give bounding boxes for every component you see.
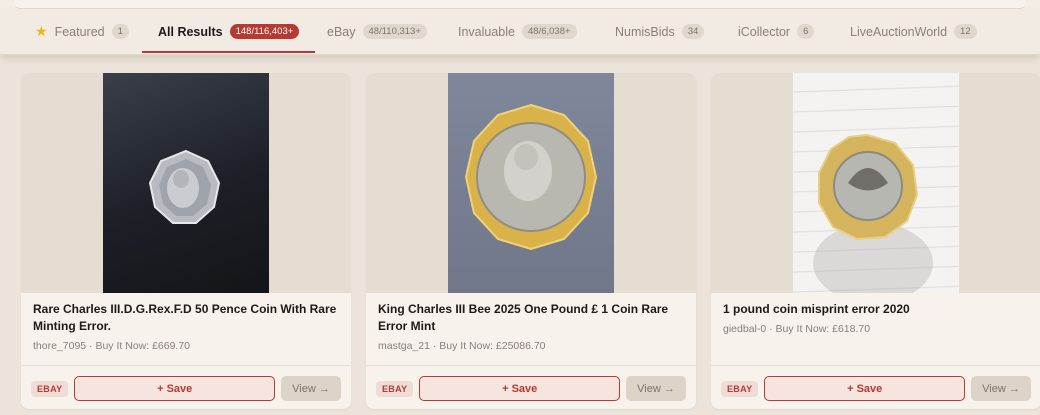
- one-pound-coin-image: [813, 133, 933, 293]
- card-divider: [21, 365, 351, 366]
- tab-ebay[interactable]: eBay 48/110,313+: [327, 10, 427, 53]
- tab-label: Invaluable: [458, 24, 515, 39]
- view-button[interactable]: View →: [971, 376, 1031, 401]
- listing-photo[interactable]: [793, 73, 959, 293]
- tab-count-badge: 48/110,313+: [362, 24, 427, 39]
- tab-numisbids[interactable]: NumisBids 34: [615, 10, 705, 53]
- view-button[interactable]: View →: [281, 376, 341, 401]
- listing-photo[interactable]: [103, 73, 269, 293]
- tab-label: NumisBids: [615, 24, 675, 39]
- source-tab-bar: ★ Featured 1 All Results 148/116,403+ eB…: [0, 10, 1040, 55]
- tab-count-badge: 34: [681, 24, 705, 39]
- tab-label: eBay: [327, 24, 356, 39]
- tab-all-results[interactable]: All Results 148/116,403+: [142, 10, 316, 53]
- fifty-pence-coin-image: [148, 149, 221, 224]
- tab-count-badge: 148/116,403+: [229, 24, 300, 39]
- save-button[interactable]: + Save: [74, 376, 275, 401]
- tab-label: iCollector: [738, 24, 791, 39]
- listing-image-area: [21, 73, 351, 293]
- listing-card[interactable]: Rare Charles III.D.G.Rex.F.D 50 Pence Co…: [21, 73, 351, 409]
- save-button[interactable]: + Save: [419, 376, 620, 401]
- top-strip: [0, 0, 1040, 10]
- tab-featured[interactable]: ★ Featured 1: [35, 10, 129, 53]
- tab-icollector[interactable]: iCollector 6: [738, 10, 815, 53]
- listing-meta: mastga_21 · Buy It Now: £25086.70: [378, 340, 546, 352]
- card-divider: [366, 365, 696, 366]
- source-badge: EBAY: [31, 380, 69, 397]
- tab-count-badge: 6: [797, 24, 815, 39]
- tab-liveauctionworld[interactable]: LiveAuctionWorld 12: [850, 10, 977, 53]
- active-tab-underline: [142, 51, 316, 53]
- listing-image-area: [711, 73, 1040, 293]
- listing-title[interactable]: Rare Charles III.D.G.Rex.F.D 50 Pence Co…: [33, 301, 339, 335]
- tab-count-badge: 12: [954, 24, 977, 39]
- tab-label: Featured: [54, 24, 105, 39]
- view-button[interactable]: View →: [626, 376, 686, 401]
- star-icon: ★: [35, 23, 48, 39]
- listing-meta: thore_7095 · Buy It Now: £669.70: [33, 340, 191, 352]
- tab-label: All Results: [158, 24, 223, 39]
- tab-invaluable[interactable]: Invaluable 48/6,038+: [458, 10, 577, 53]
- listing-card[interactable]: 1 pound coin misprint error 2020 giedbal…: [711, 73, 1040, 409]
- source-badge: EBAY: [376, 380, 414, 397]
- listing-meta: giedbal-0 · Buy It Now: £618.70: [723, 323, 871, 335]
- listing-title[interactable]: 1 pound coin misprint error 2020: [723, 301, 1029, 318]
- listing-image-area: [366, 73, 696, 293]
- tab-label: LiveAuctionWorld: [850, 24, 948, 39]
- tab-count-badge: 48/6,038+: [522, 24, 577, 39]
- listing-card[interactable]: King Charles III Bee 2025 One Pound £ 1 …: [366, 73, 696, 409]
- listing-photo[interactable]: [448, 73, 614, 293]
- save-button[interactable]: + Save: [764, 376, 965, 401]
- top-panel-edge: [14, 0, 1026, 9]
- listing-title[interactable]: King Charles III Bee 2025 One Pound £ 1 …: [378, 301, 684, 335]
- card-divider: [711, 365, 1040, 366]
- one-pound-coin-image: [464, 103, 598, 251]
- source-badge: EBAY: [721, 380, 759, 397]
- tab-count-badge: 1: [111, 24, 129, 39]
